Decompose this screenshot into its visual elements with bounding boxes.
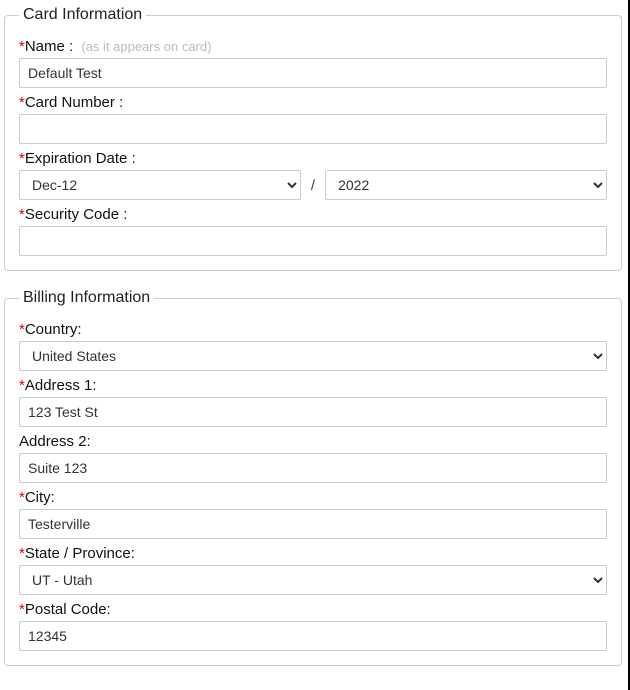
expiration-month-select[interactable]: Dec-12 (19, 170, 301, 200)
expiration-label: Expiration Date : (25, 150, 136, 167)
address1-input[interactable] (19, 397, 607, 427)
country-label: Country: (25, 321, 82, 338)
postal-label: Postal Code: (25, 601, 111, 618)
card-information-legend: Card Information (19, 6, 146, 24)
postal-input[interactable] (19, 621, 607, 651)
city-label: City: (25, 489, 55, 506)
card-number-label: Card Number : (25, 94, 123, 111)
country-select[interactable]: United States (19, 341, 607, 371)
billing-information-legend: Billing Information (19, 289, 154, 307)
expiration-label-row: *Expiration Date : (19, 150, 607, 167)
postal-label-row: *Postal Code: (19, 601, 607, 618)
billing-information-fieldset: Billing Information *Country: United Sta… (4, 289, 622, 666)
city-label-row: *City: (19, 489, 607, 506)
state-label: State / Province: (25, 545, 135, 562)
address2-input[interactable] (19, 453, 607, 483)
name-label-row: *Name : (as it appears on card) (19, 38, 607, 55)
state-label-row: *State / Province: (19, 545, 607, 562)
card-number-input[interactable] (19, 114, 607, 144)
country-label-row: *Country: (19, 321, 607, 338)
security-code-label-row: *Security Code : (19, 206, 607, 223)
security-code-label: Security Code : (25, 206, 128, 223)
name-input[interactable] (19, 58, 607, 88)
card-information-fieldset: Card Information *Name : (as it appears … (4, 6, 622, 271)
name-label: Name : (25, 38, 73, 55)
security-code-input[interactable] (19, 226, 607, 256)
name-hint: (as it appears on card) (81, 39, 211, 54)
address1-label-row: *Address 1: (19, 377, 607, 394)
city-input[interactable] (19, 509, 607, 539)
address2-label-row: Address 2: (19, 433, 607, 450)
expiration-separator: / (311, 177, 315, 194)
address1-label: Address 1: (25, 377, 97, 394)
state-select[interactable]: UT - Utah (19, 565, 607, 595)
card-number-label-row: *Card Number : (19, 94, 607, 111)
address2-label: Address 2: (19, 433, 91, 450)
expiration-year-select[interactable]: 2022 (325, 170, 607, 200)
